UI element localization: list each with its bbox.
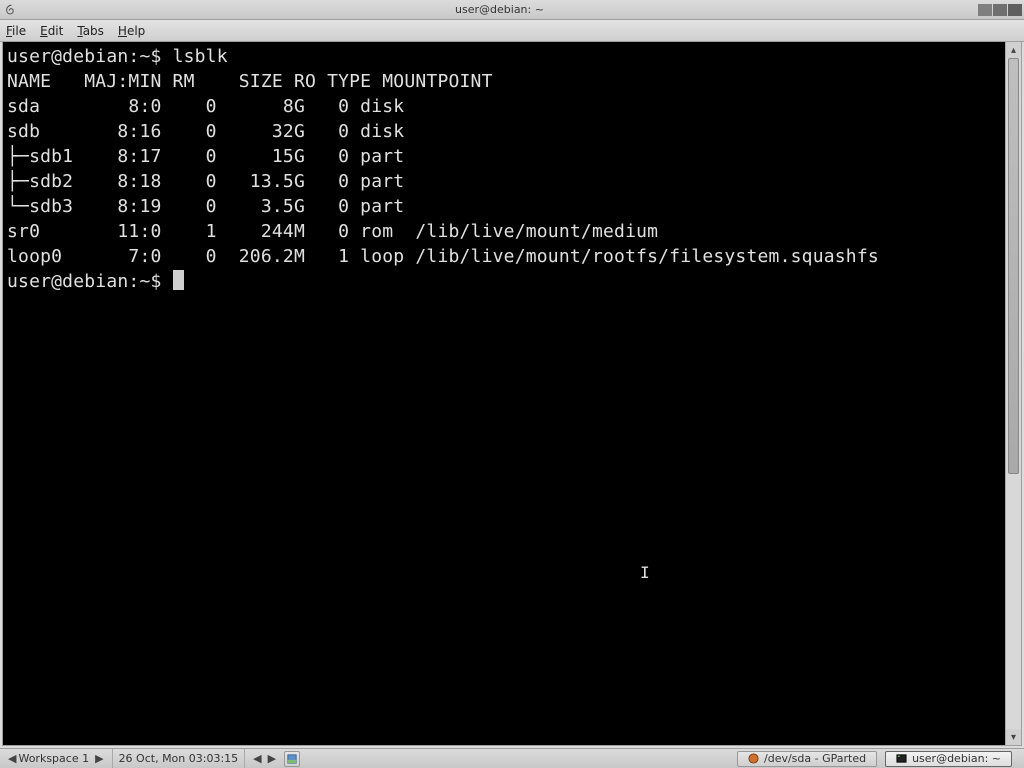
terminal-outer: user@debian:~$ lsblk NAME MAJ:MIN RM SIZ… bbox=[2, 42, 1022, 746]
window-controls bbox=[977, 4, 1022, 16]
taskbar-app-label: /dev/sda - GParted bbox=[764, 752, 866, 765]
menu-file[interactable]: File bbox=[6, 24, 26, 38]
taskbar: ◀ Workspace 1 ▶ 26 Oct, Mon 03:03:15 ◀ ▶… bbox=[0, 748, 1024, 768]
workspace-switcher[interactable]: ◀ Workspace 1 ▶ bbox=[0, 749, 113, 768]
clock-nav: ◀ ▶ bbox=[245, 749, 306, 768]
menu-help[interactable]: Help bbox=[118, 24, 145, 38]
taskbar-app-label: user@debian: ~ bbox=[912, 752, 1001, 765]
clock-widget[interactable]: 26 Oct, Mon 03:03:15 bbox=[113, 749, 246, 768]
scroll-track[interactable] bbox=[1006, 58, 1021, 729]
clock-prev-icon[interactable]: ◀ bbox=[251, 752, 263, 765]
scroll-up-button[interactable]: ▴ bbox=[1006, 42, 1021, 58]
terminal-window: File Edit Tabs Help user@debian:~$ lsblk… bbox=[0, 20, 1024, 748]
clock-next-icon[interactable]: ▶ bbox=[266, 752, 278, 765]
taskbar-app-terminal[interactable]: user@debian: ~ bbox=[885, 751, 1012, 767]
workspace-next-icon[interactable]: ▶ bbox=[93, 752, 105, 765]
menu-tabs[interactable]: Tabs bbox=[77, 24, 104, 38]
workspace-prev-icon[interactable]: ◀ bbox=[6, 752, 18, 765]
terminal-block-cursor bbox=[173, 270, 184, 290]
scroll-down-button[interactable]: ▾ bbox=[1006, 729, 1021, 745]
window-control-box[interactable] bbox=[978, 4, 992, 16]
window-title: user@debian: ~ bbox=[22, 3, 977, 16]
debian-logo-icon[interactable] bbox=[0, 0, 22, 20]
window-title-bar: user@debian: ~ bbox=[0, 0, 1024, 20]
menu-edit[interactable]: Edit bbox=[40, 24, 63, 38]
workspace-label: Workspace 1 bbox=[18, 752, 89, 765]
terminal-output[interactable]: user@debian:~$ lsblk NAME MAJ:MIN RM SIZ… bbox=[3, 42, 1005, 745]
menu-bar: File Edit Tabs Help bbox=[0, 20, 1024, 42]
show-desktop-button[interactable] bbox=[284, 751, 300, 767]
taskbar-app-gparted[interactable]: /dev/sda - GParted bbox=[737, 751, 877, 767]
window-control-box[interactable] bbox=[993, 4, 1007, 16]
clock-label: 26 Oct, Mon 03:03:15 bbox=[119, 752, 239, 765]
window-control-box[interactable] bbox=[1008, 4, 1022, 16]
scroll-thumb[interactable] bbox=[1008, 58, 1019, 474]
terminal-scrollbar[interactable]: ▴ ▾ bbox=[1005, 42, 1021, 745]
